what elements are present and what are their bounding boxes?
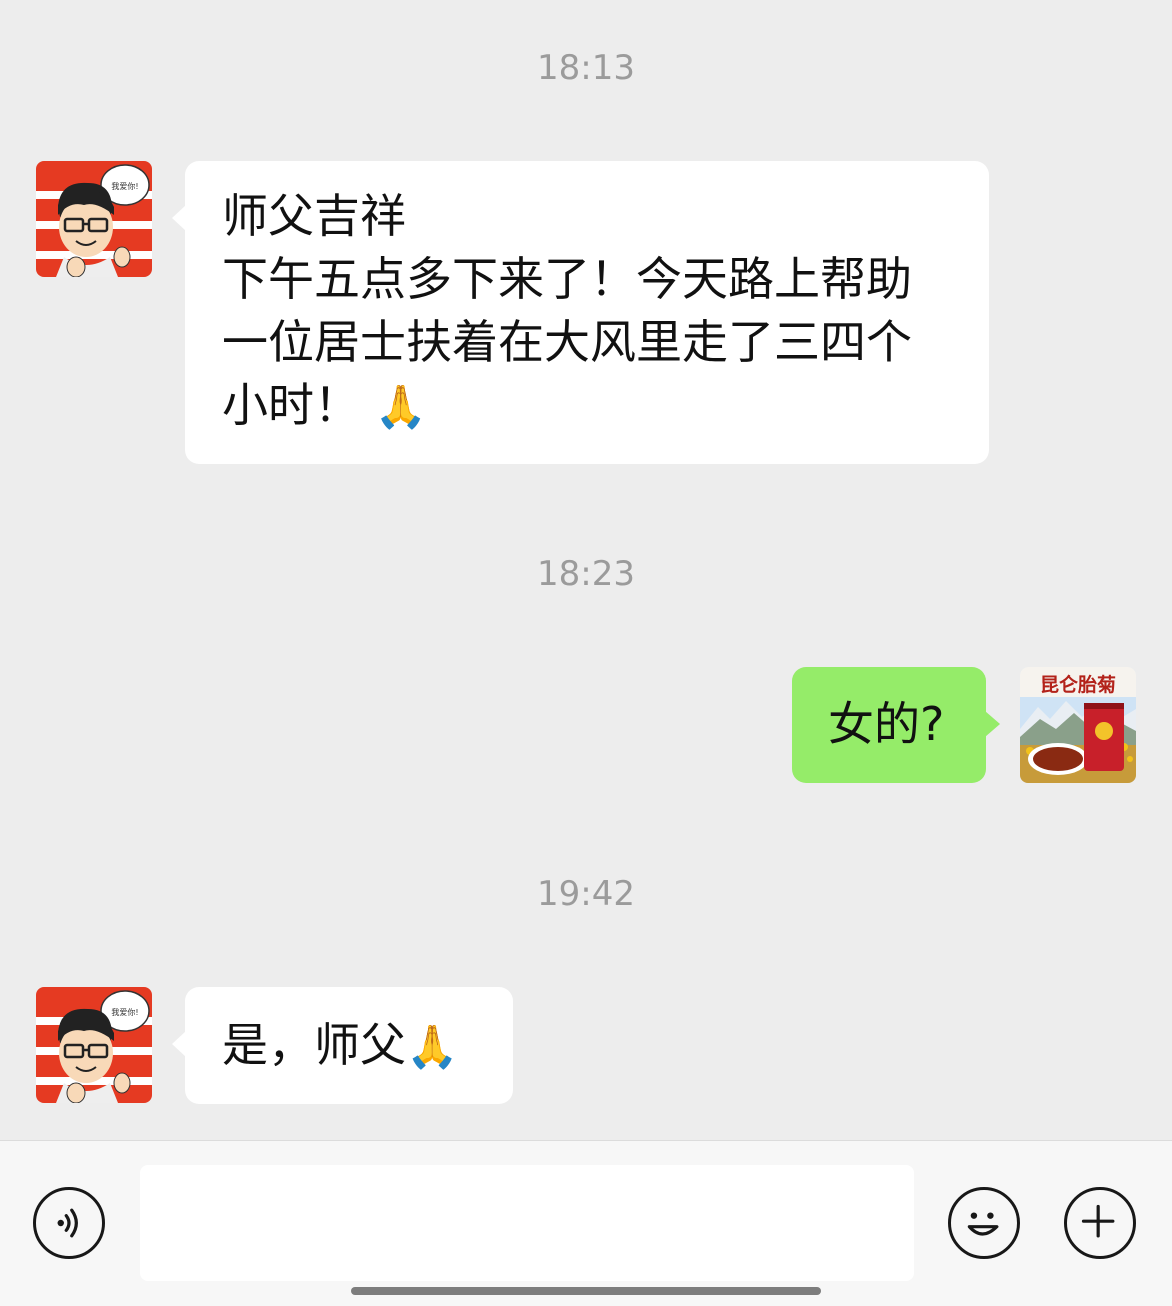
timestamp: 19:42 [537, 874, 635, 914]
message-text-line: 小时！ [222, 378, 360, 432]
chat-input-bar [0, 1140, 1172, 1306]
message-bubble-outgoing[interactable]: 女的? [792, 667, 1000, 783]
avatar-caption: 我爱你! [111, 1007, 138, 1017]
timestamp: 18:13 [537, 48, 635, 88]
cartoon-man-avatar-icon[interactable]: 我爱你! [36, 987, 152, 1103]
home-indicator[interactable] [351, 1287, 821, 1295]
avatar-image: 我爱你! [36, 987, 152, 1103]
tea-product-avatar-icon[interactable]: 昆仑胎菊 [1020, 667, 1136, 783]
message-bubble-incoming[interactable]: 是，师父🙏 [172, 987, 513, 1104]
message-text-line: 师父吉祥 [222, 189, 406, 243]
timestamp: 18:23 [537, 554, 635, 594]
folded-hands-emoji: 🙏 [374, 382, 427, 431]
avatar-caption: 昆仑胎菊 [1040, 673, 1116, 696]
message-text-line: 一位居士扶着在大风里走了三四个 [222, 315, 912, 369]
message-text-line: 小时！ 🙏 [222, 374, 959, 438]
message-bubble-incoming[interactable]: 师父吉祥 下午五点多下来了！今天路上帮助 一位居士扶着在大风里走了三四个 小时！… [172, 161, 989, 464]
avatar-image: 昆仑胎菊 [1020, 667, 1136, 783]
smiley-icon [967, 1212, 999, 1236]
message-text: 女的? [828, 697, 945, 751]
message-input[interactable] [140, 1165, 914, 1281]
voice-button[interactable] [33, 1187, 105, 1259]
more-button[interactable] [1064, 1187, 1136, 1259]
avatar-caption: 我爱你! [111, 181, 138, 191]
folded-hands-emoji: 🙏 [406, 1022, 459, 1071]
plus-icon [1081, 1204, 1115, 1238]
emoji-button[interactable] [948, 1187, 1020, 1259]
avatar-image: 我爱你! [36, 161, 152, 277]
cartoon-man-avatar-icon[interactable]: 我爱你! [36, 161, 152, 277]
message-text-line: 是，师父🙏 [222, 1014, 513, 1078]
voice-icon [57, 1208, 78, 1238]
message-text: 是，师父 [222, 1018, 406, 1072]
message-text-line: 下午五点多下来了！今天路上帮助 [222, 252, 912, 306]
